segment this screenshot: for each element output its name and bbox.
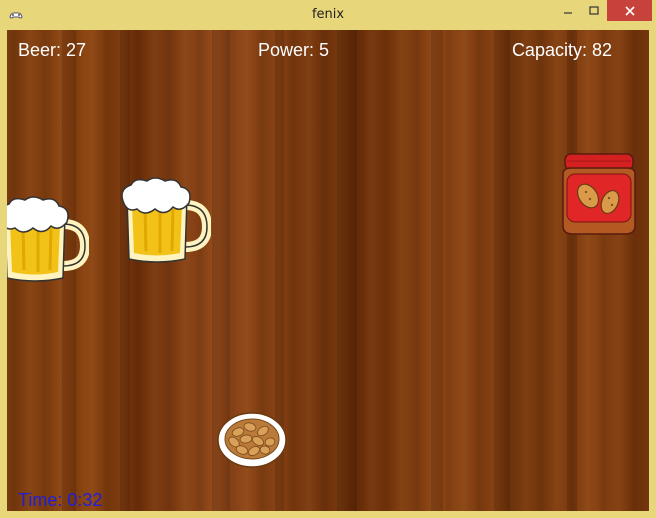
wood-grain <box>337 30 357 511</box>
time-counter: Time: 0:32 <box>18 490 103 510</box>
beer-mug-icon[interactable] <box>7 194 89 286</box>
minimize-button[interactable] <box>555 0 581 21</box>
title-bar[interactable]: fenix <box>0 0 656 30</box>
power-counter: Power: 5 <box>258 40 330 60</box>
wood-grain <box>431 30 443 511</box>
wood-grain <box>567 30 577 511</box>
game-canvas[interactable]: Beer: 27 Power: 5 Capacity: 82 Time: 0:3… <box>7 30 649 511</box>
wood-grain <box>120 30 130 511</box>
maximize-icon <box>589 5 599 15</box>
close-icon <box>624 5 635 16</box>
minimize-icon <box>564 11 572 14</box>
beer-counter: Beer: 27 <box>18 40 87 60</box>
capacity-counter: Capacity: 82 <box>511 40 612 60</box>
game-window: fenix Beer: 27 Power: 5 Capacity: 82 Tim… <box>0 0 656 518</box>
maximize-button[interactable] <box>581 0 607 21</box>
close-button[interactable] <box>607 0 652 21</box>
beer-mug-icon[interactable] <box>115 175 211 267</box>
peanut-butter-jar-icon[interactable] <box>559 152 639 236</box>
peanut-bowl-icon[interactable] <box>216 410 288 470</box>
wood-grain <box>494 30 510 511</box>
